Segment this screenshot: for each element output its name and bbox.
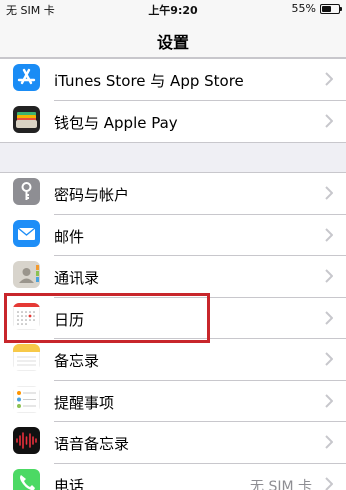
battery-icon (320, 4, 342, 14)
chevron-right-icon (325, 310, 333, 325)
settings-row-mail[interactable]: 邮件 (0, 215, 346, 256)
row-label: 钱包与 Apple Pay (54, 113, 178, 132)
settings-screen: 无 SIM 卡 上午9:20 55% 设置 iTunes Store 与 App… (0, 0, 346, 490)
settings-row-itunes-app-store[interactable]: iTunes Store 与 App Store (0, 59, 346, 101)
row-label: 电话 (54, 476, 85, 490)
status-bar: 无 SIM 卡 上午9:20 55% (0, 0, 346, 18)
key-icon (13, 178, 40, 205)
chevron-right-icon (325, 393, 333, 408)
voice-memos-icon (13, 427, 40, 454)
settings-row-passwords-accounts[interactable]: 密码与帐户 (0, 173, 346, 215)
contacts-icon (13, 261, 40, 288)
calendar-highlight-box (4, 293, 210, 343)
settings-row-phone[interactable]: 电话 无 SIM 卡 (0, 464, 346, 490)
row-detail: 无 SIM 卡 (250, 478, 312, 490)
settings-row-wallet-apple-pay[interactable]: 钱包与 Apple Pay (0, 101, 346, 143)
row-label: 提醒事项 (54, 393, 115, 412)
battery-fill (322, 6, 331, 12)
settings-row-contacts[interactable]: 通讯录 (0, 256, 346, 298)
chevron-right-icon (325, 113, 333, 128)
row-label: 语音备忘录 (54, 435, 130, 453)
reminders-icon (13, 385, 40, 413)
chevron-right-icon (325, 269, 333, 283)
settings-group-stores: iTunes Store 与 App Store 钱包与 Apple Pay (0, 58, 346, 143)
navigation-bar: 设置 (0, 18, 346, 58)
battery-percent: 55% (291, 2, 316, 15)
app-store-icon (13, 64, 40, 91)
settings-row-reminders[interactable]: 提醒事项 (0, 381, 346, 422)
row-label: 邮件 (54, 227, 85, 246)
row-label: 密码与帐户 (54, 186, 130, 204)
chevron-right-icon (325, 72, 333, 86)
phone-icon (13, 468, 40, 490)
chevron-right-icon (325, 476, 333, 490)
row-label: iTunes Store 与 App Store (54, 72, 244, 90)
chevron-right-icon (325, 435, 333, 449)
chevron-right-icon (325, 186, 333, 200)
settings-row-voice-memos[interactable]: 语音备忘录 (0, 422, 346, 464)
row-label: 备忘录 (54, 352, 100, 370)
row-label: 通讯录 (54, 269, 100, 287)
page-title: 设置 (156, 33, 189, 52)
wallet-icon (13, 105, 40, 133)
chevron-right-icon (325, 352, 333, 366)
settings-row-notes[interactable]: 备忘录 (0, 339, 346, 381)
mail-icon (13, 219, 40, 247)
notes-icon (13, 344, 40, 371)
chevron-right-icon (325, 227, 333, 242)
